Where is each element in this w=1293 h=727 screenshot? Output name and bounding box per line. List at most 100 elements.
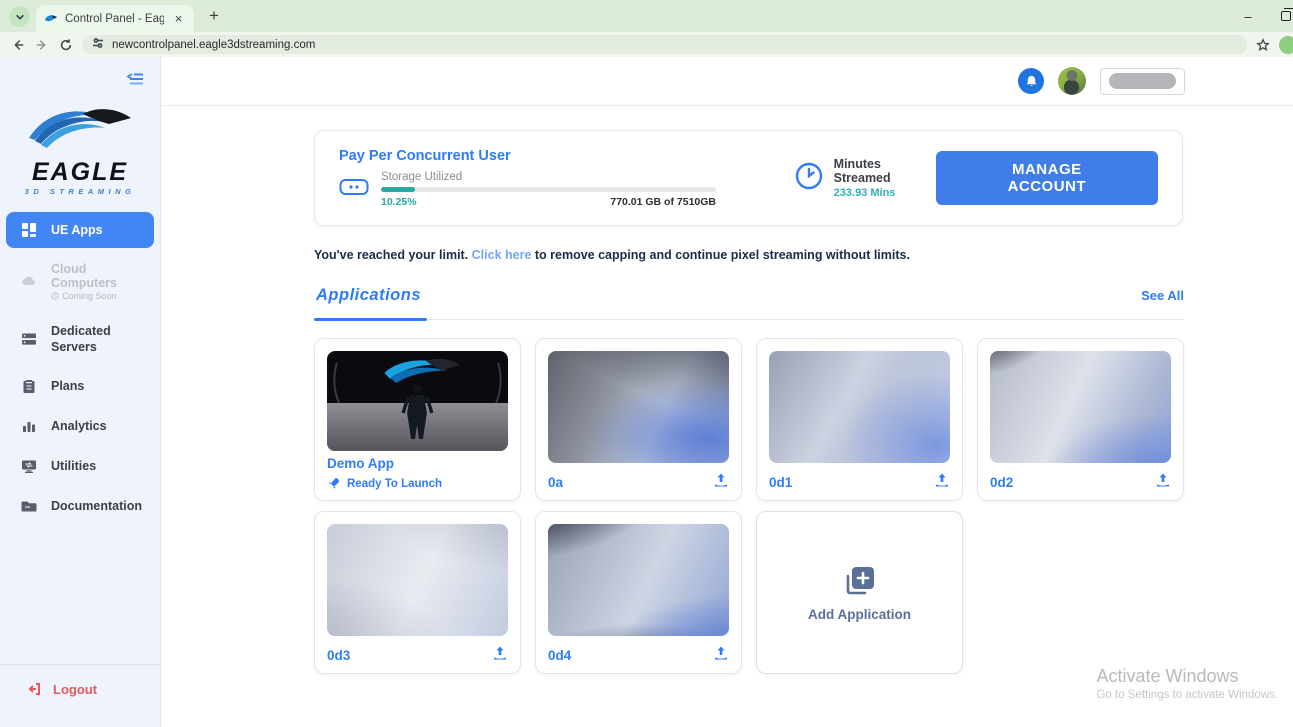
add-application-icon (846, 566, 874, 594)
app-status: Ready To Launch (327, 477, 508, 490)
main-area: Pay Per Concurrent User Storage Utilized… (161, 57, 1293, 727)
billing-summary-card: Pay Per Concurrent User Storage Utilized… (314, 130, 1183, 226)
brand-name: EAGLE (31, 158, 129, 186)
active-tab-indicator (314, 318, 427, 321)
reload-button[interactable] (58, 37, 74, 53)
storage-progress-bar (381, 187, 716, 192)
apps-grid-icon (20, 221, 38, 239)
sidebar-nav: UE Apps Cloud Computers Coming Soon Dedi… (0, 211, 160, 524)
storage-icon (339, 177, 369, 202)
window-minimize-button[interactable]: – (1241, 9, 1255, 24)
sidebar-item-dedicated-servers[interactable]: Dedicated Servers (6, 315, 154, 364)
tab-applications[interactable]: Applications (314, 286, 423, 315)
app-card-0d4[interactable]: 0d4 (535, 511, 742, 674)
plan-title: Pay Per Concurrent User (339, 148, 511, 164)
upload-icon (1157, 473, 1169, 487)
upload-button[interactable] (713, 472, 729, 493)
app-thumbnail (769, 351, 950, 463)
applications-header: Applications See All (314, 286, 1184, 321)
app-name: 0d1 (769, 475, 793, 490)
limit-notice-post: to remove capping and continue pixel str… (531, 248, 910, 262)
notifications-button[interactable] (1018, 68, 1044, 94)
app-thumbnail (327, 524, 508, 636)
upload-button[interactable] (713, 645, 729, 666)
app-name: 0d2 (990, 475, 1014, 490)
logout-icon (28, 683, 40, 695)
sidebar-collapse-icon[interactable] (126, 71, 144, 92)
upload-icon (936, 473, 948, 487)
app-frame: EAGLE 3D STREAMING UE Apps Cloud Compute… (0, 57, 1293, 727)
app-card-0d2[interactable]: 0d2 (977, 338, 1184, 501)
app-thumbnail (990, 351, 1171, 463)
applications-grid: Demo App Ready To Launch 0a 0d1 0d2 0d3 … (314, 338, 1184, 674)
sidebar-item-plans[interactable]: Plans (6, 369, 154, 403)
clock-small-icon (51, 291, 59, 300)
clipboard-icon (20, 377, 38, 395)
brand-logo: EAGLE 3D STREAMING (0, 100, 160, 196)
minutes-value: 233.93 Mins (833, 187, 896, 199)
app-card-0d1[interactable]: 0d1 (756, 338, 963, 501)
sidebar-item-utilities[interactable]: Utilities (6, 449, 154, 483)
browser-url-bar: newcontrolpanel.eagle3dstreaming.com (0, 32, 1293, 57)
upload-icon (715, 646, 727, 660)
eagle-logo-icon (29, 109, 131, 148)
storage-label: Storage Utilized (381, 171, 463, 183)
site-settings-icon[interactable] (92, 36, 104, 54)
username-redacted (1109, 73, 1176, 89)
sidebar-item-label: Documentation (51, 499, 142, 513)
tab-search-button[interactable] (9, 6, 30, 27)
demo-app-thumbnail (327, 351, 508, 451)
username-box[interactable] (1100, 67, 1185, 95)
address-bar[interactable]: newcontrolpanel.eagle3dstreaming.com (82, 35, 1247, 54)
sidebar-item-analytics[interactable]: Analytics (6, 409, 154, 443)
app-thumbnail (548, 524, 729, 636)
forward-button[interactable] (34, 37, 50, 53)
sidebar-item-label: Analytics (51, 419, 107, 433)
document-folder-icon (20, 497, 38, 515)
upload-button[interactable] (492, 645, 508, 666)
sidebar-item-documentation[interactable]: Documentation (6, 489, 154, 523)
app-thumbnail (548, 351, 729, 463)
window-restore-button[interactable] (1281, 8, 1293, 21)
coming-soon-badge: Coming Soon (51, 291, 144, 301)
add-application-card[interactable]: Add Application (756, 511, 963, 674)
back-button[interactable] (10, 37, 26, 53)
tab-close-icon[interactable]: × (171, 11, 186, 26)
remove-capping-link[interactable]: Click here (472, 248, 532, 262)
app-card-demo[interactable]: Demo App Ready To Launch (314, 338, 521, 501)
browser-tab-strip: Control Panel - Eagle × + – (0, 0, 1293, 32)
see-all-link[interactable]: See All (1141, 288, 1184, 303)
storage-percent: 10.25% (381, 196, 417, 208)
app-card-0d3[interactable]: 0d3 (314, 511, 521, 674)
upload-button[interactable] (934, 472, 950, 493)
sidebar: EAGLE 3D STREAMING UE Apps Cloud Compute… (0, 57, 161, 727)
browser-tab[interactable]: Control Panel - Eagle × (36, 5, 194, 32)
logout-label: Logout (53, 681, 98, 697)
server-icon (20, 330, 38, 348)
minutes-label: Minutes Streamed (833, 157, 891, 185)
app-card-0a[interactable]: 0a (535, 338, 742, 501)
app-name: 0d4 (548, 648, 572, 663)
topbar (161, 57, 1293, 106)
bookmark-star-icon[interactable] (1255, 37, 1271, 53)
storage-section: Pay Per Concurrent User Storage Utilized… (339, 148, 743, 208)
header-divider (314, 319, 1184, 320)
window-controls: – (1241, 0, 1293, 32)
logout-button[interactable]: Logout (0, 664, 160, 727)
sidebar-item-ue-apps[interactable]: UE Apps (6, 211, 154, 248)
manage-account-button[interactable]: MANAGE ACCOUNT (935, 151, 1158, 205)
sidebar-item-label: Dedicated Servers (51, 323, 111, 354)
browser-profile-avatar[interactable] (1279, 35, 1293, 54)
new-tab-button[interactable]: + (202, 4, 226, 28)
sidebar-item-label: UE Apps (51, 222, 103, 237)
storage-detail: 770.01 GB of 7510GB (610, 196, 716, 208)
app-status-text: Ready To Launch (347, 477, 442, 490)
upload-button[interactable] (1155, 472, 1171, 493)
sidebar-item-cloud-computers[interactable]: Cloud Computers Coming Soon (6, 254, 154, 309)
limit-notice-pre: You've reached your limit. (314, 248, 472, 262)
app-name: 0a (548, 475, 564, 490)
upload-icon (715, 473, 727, 487)
sidebar-item-label: Plans (51, 379, 85, 393)
brand-tagline: 3D STREAMING (24, 186, 136, 196)
user-avatar[interactable] (1058, 67, 1086, 95)
